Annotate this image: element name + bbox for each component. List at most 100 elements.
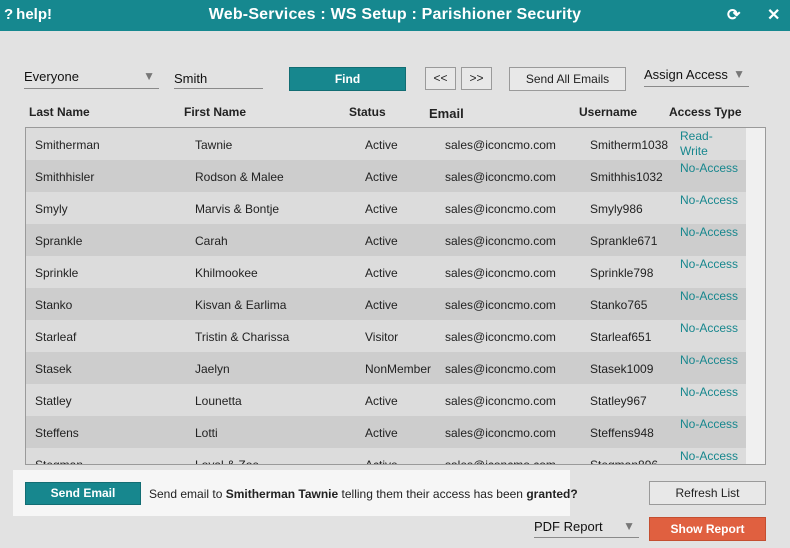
cell-access-type[interactable]: No-Access <box>680 289 740 304</box>
cell-email: sales@iconcmo.com <box>445 170 556 184</box>
table-row[interactable]: Sprinkle Khilmookee Active sales@iconcmo.co… <box>26 256 746 288</box>
confirm-msg-state: granted? <box>526 487 578 501</box>
group-dropdown-value: Everyone <box>24 69 79 84</box>
cell-status: Active <box>365 170 398 184</box>
cell-access-type[interactable]: No-Access <box>680 353 740 368</box>
cell-last-name: Starleaf <box>35 330 77 344</box>
send-email-button[interactable]: Send Email <box>25 482 141 505</box>
column-header-access-type[interactable]: Access Type <box>669 105 742 119</box>
next-page-button[interactable]: >> <box>461 67 492 90</box>
cell-last-name: Stanko <box>35 298 73 312</box>
cell-status: Active <box>365 138 398 152</box>
table-row[interactable]: Starleaf Tristin & Charissa Visitor sales@i… <box>26 320 746 352</box>
cell-access-type[interactable]: No-Access <box>680 385 740 400</box>
table-row[interactable]: Smithhisler Rodson & Malee Active sales@ico… <box>26 160 746 192</box>
window-title: Web-Services : WS Setup : Parishioner Se… <box>208 6 582 23</box>
column-header-status[interactable]: Status <box>349 105 386 119</box>
refresh-icon[interactable]: ⟳ <box>727 5 740 25</box>
cell-access-type[interactable]: No-Access <box>680 449 740 464</box>
cell-access-type[interactable]: No-Access <box>680 321 740 336</box>
chevron-down-icon: ▼ <box>733 67 745 81</box>
cell-first-name: Loyal & Zoe <box>195 458 260 465</box>
table-row[interactable]: Stanko Kisvan & Earlima Active sales@iconcm… <box>26 288 746 320</box>
column-header-username[interactable]: Username <box>579 105 637 119</box>
search-input[interactable] <box>174 69 263 89</box>
cell-email: sales@iconcmo.com <box>445 138 556 152</box>
confirm-message: Send email to Smitherman Tawnie telling … <box>149 487 578 501</box>
table-row[interactable]: Smitherman Tawnie Active sales@iconcmo.com S… <box>26 128 746 160</box>
cell-username: Statley967 <box>590 394 647 408</box>
cell-email: sales@iconcmo.com <box>445 458 556 465</box>
find-button[interactable]: Find <box>289 67 406 91</box>
cell-access-type[interactable]: No-Access <box>680 417 740 432</box>
cell-last-name: Statley <box>35 394 72 408</box>
report-type-dropdown[interactable]: PDF Report ▼ <box>534 519 639 538</box>
cell-first-name: Jaelyn <box>195 362 230 376</box>
cell-username: Smithhis1032 <box>590 170 663 184</box>
cell-username: Starleaf651 <box>590 330 652 344</box>
cell-last-name: Steffens <box>35 426 79 440</box>
send-all-emails-button[interactable]: Send All Emails <box>509 67 626 91</box>
prev-page-button[interactable]: << <box>425 67 456 90</box>
send-email-confirm-panel: Send Email Send email to Smitherman Tawn… <box>13 470 578 516</box>
table-row[interactable]: Stasek Jaelyn NonMember sales@iconcmo.com St… <box>26 352 746 384</box>
cell-email: sales@iconcmo.com <box>445 266 556 280</box>
parishioner-list[interactable]: Smitherman Tawnie Active sales@iconcmo.com S… <box>25 127 766 465</box>
column-header-email[interactable]: Email <box>429 106 464 121</box>
table-row[interactable]: Stegman Loyal & Zoe Active sales@iconcmo.co… <box>26 448 746 465</box>
table-row[interactable]: Smyly Marvis & Bontje Active sales@iconcmo.… <box>26 192 746 224</box>
table-row[interactable]: Sprankle Carah Active sales@iconcmo.com Spra… <box>26 224 746 256</box>
title-bar: ? help! Web-Services : WS Setup : Parishi… <box>0 0 790 31</box>
confirm-msg-name: Smitherman Tawnie <box>225 487 339 501</box>
cell-last-name: Stegman <box>35 458 84 465</box>
cell-email: sales@iconcmo.com <box>445 234 556 248</box>
cell-first-name: Khilmookee <box>195 266 258 280</box>
cell-last-name: Smithhisler <box>35 170 95 184</box>
cell-access-type[interactable]: Read-Write <box>680 129 740 159</box>
cell-email: sales@iconcmo.com <box>445 298 556 312</box>
confirm-msg-prefix: Send email to <box>149 487 226 501</box>
column-header-first-name[interactable]: First Name <box>184 105 246 119</box>
cell-status: Active <box>365 394 398 408</box>
close-icon[interactable]: ✕ <box>767 5 780 25</box>
cell-username: Smitherm1038 <box>590 138 669 152</box>
cell-status: Active <box>365 266 398 280</box>
cell-email: sales@iconcmo.com <box>445 330 556 344</box>
chevron-down-icon: ▼ <box>143 69 155 83</box>
cell-username: Steffens948 <box>590 426 654 440</box>
cell-status: Visitor <box>365 330 399 344</box>
show-report-button[interactable]: Show Report <box>649 517 766 541</box>
cell-access-type[interactable]: No-Access <box>680 161 740 176</box>
assign-access-dropdown[interactable]: Assign Access ▼ <box>644 67 749 87</box>
confirm-msg-middle: telling them their access has been <box>338 487 527 501</box>
cell-status: Active <box>365 298 398 312</box>
cell-first-name: Lounetta <box>195 394 242 408</box>
cell-last-name: Stasek <box>35 362 72 376</box>
assign-access-value: Assign Access <box>644 67 728 82</box>
cell-email: sales@iconcmo.com <box>445 362 556 376</box>
cell-username: Sprankle671 <box>590 234 658 248</box>
cell-first-name: Rodson & Malee <box>195 170 284 184</box>
cell-username: Sprinkle798 <box>590 266 654 280</box>
cell-status: Active <box>365 458 398 465</box>
cell-status: NonMember <box>365 362 432 376</box>
cell-access-type[interactable]: No-Access <box>680 193 740 208</box>
cell-access-type[interactable]: No-Access <box>680 257 740 272</box>
cell-last-name: Sprinkle <box>35 266 79 280</box>
group-dropdown[interactable]: Everyone ▼ <box>24 69 159 89</box>
cell-last-name: Sprankle <box>35 234 83 248</box>
cell-email: sales@iconcmo.com <box>445 426 556 440</box>
column-header-last-name[interactable]: Last Name <box>29 105 90 119</box>
refresh-list-button[interactable]: Refresh List <box>649 481 766 505</box>
cell-first-name: Carah <box>195 234 228 248</box>
cell-access-type[interactable]: No-Access <box>680 225 740 240</box>
cell-first-name: Tristin & Charissa <box>195 330 290 344</box>
table-row[interactable]: Steffens Lotti Active sales@iconcmo.com Stef… <box>26 416 746 448</box>
cell-status: Active <box>365 202 398 216</box>
chevron-down-icon: ▼ <box>623 519 635 533</box>
cell-email: sales@iconcmo.com <box>445 394 556 408</box>
cell-last-name: Smyly <box>35 202 68 216</box>
cell-last-name: Smitherman <box>35 138 100 152</box>
table-row[interactable]: Statley Lounetta Active sales@iconcmo.com St… <box>26 384 746 416</box>
report-type-value: PDF Report <box>534 519 603 534</box>
